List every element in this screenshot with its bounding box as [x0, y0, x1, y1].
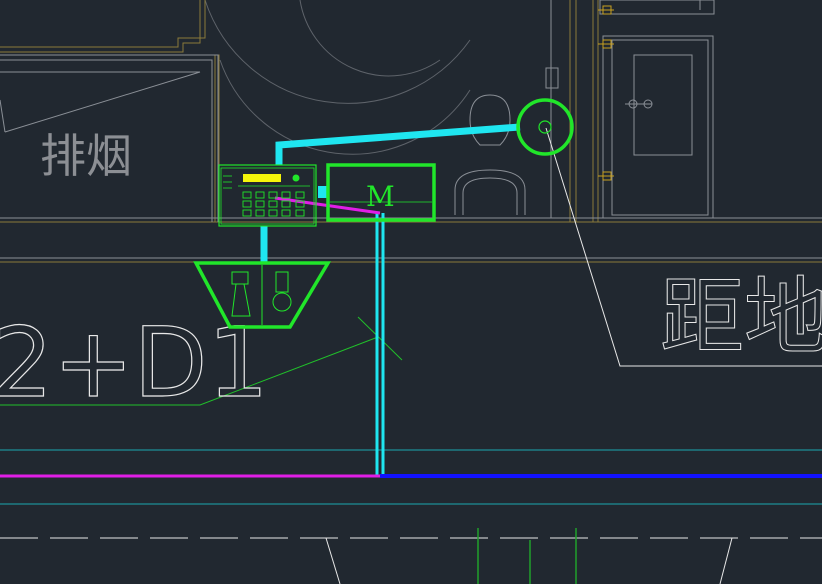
cyan-riser	[375, 213, 385, 476]
fixture-outline	[454, 94, 653, 215]
smoke-exhaust-label: 排烟	[40, 129, 132, 183]
damper-circle	[516, 98, 574, 156]
dashed-boundary	[0, 537, 822, 584]
keypad	[242, 191, 305, 217]
height-note-label: 距地4.5	[660, 268, 822, 366]
green-guides-bottom	[477, 528, 577, 584]
motor-symbol: M	[366, 180, 395, 213]
cad-drawing: 排烟 2+D1 距地4.5	[0, 0, 822, 584]
lcd-display	[243, 174, 281, 182]
controller-panel	[218, 164, 317, 227]
